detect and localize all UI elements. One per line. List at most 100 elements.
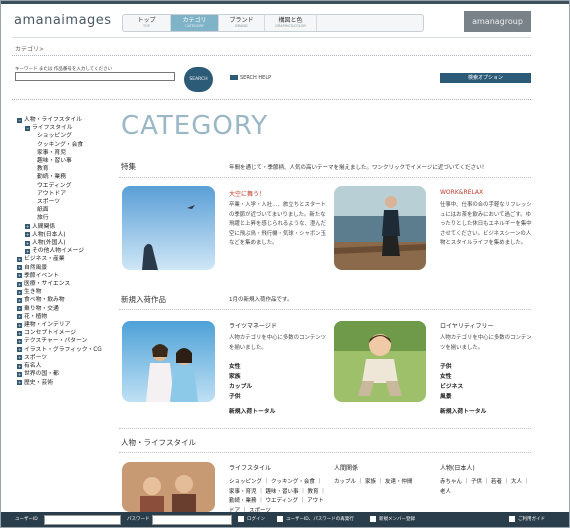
people-col-links[interactable]: ショッピング ｜ クッキング・会食 ｜ 家事・育児 ｜ 趣味・習い事 ｜ 教育 … xyxy=(229,478,327,516)
sidebar-item[interactable]: アウトドア xyxy=(17,190,117,198)
sidebar-item[interactable]: + 建物・インテリア xyxy=(17,321,117,329)
people-col-title[interactable]: 人物(日本人) xyxy=(440,463,475,472)
sidebar-item[interactable]: + イラスト・グラフィック・CG xyxy=(17,346,117,354)
expand-icon[interactable]: + xyxy=(17,355,22,361)
new-total-link[interactable]: 新規入荷トータル xyxy=(440,407,486,417)
expand-icon[interactable]: + xyxy=(25,248,30,254)
sidebar-item[interactable]: + 人物(日本人) xyxy=(17,231,117,239)
category-link[interactable]: 子供 xyxy=(440,362,463,372)
amanagroup-logo[interactable]: amanagroup xyxy=(464,11,531,32)
sidebar-item[interactable]: − 人物・ライフスタイル xyxy=(17,116,117,124)
sidebar-item[interactable]: 教育 xyxy=(17,165,117,173)
new-card-title[interactable]: ロイヤリティフリー xyxy=(440,321,493,330)
people-col-links[interactable]: 赤ちゃん ｜ 子供 ｜ 若者 ｜ 大人 ｜ 老人 xyxy=(440,478,532,497)
sidebar-item[interactable]: ウエディング xyxy=(17,182,117,190)
category-link[interactable]: ビジネス xyxy=(440,382,463,392)
category-link[interactable]: 子供 xyxy=(229,392,252,402)
sidebar-item[interactable]: + 歴史・芸術 xyxy=(17,379,117,387)
expand-icon[interactable]: + xyxy=(17,273,22,279)
collapse-icon[interactable]: − xyxy=(17,117,22,123)
new-card-title[interactable]: ライツマネージド xyxy=(229,321,277,330)
sidebar-item[interactable]: + 食べ物・飲み物 xyxy=(17,296,117,304)
expand-icon[interactable]: + xyxy=(25,240,30,246)
sidebar-item[interactable]: + 世界の国・都 xyxy=(17,370,117,378)
expand-icon[interactable]: + xyxy=(25,232,30,238)
expand-icon[interactable]: + xyxy=(17,322,22,328)
expand-icon[interactable]: + xyxy=(17,339,22,345)
expand-icon[interactable]: + xyxy=(17,347,22,353)
women-photo[interactable] xyxy=(122,321,215,402)
category-link[interactable]: 女性 xyxy=(229,362,252,372)
expand-icon[interactable]: + xyxy=(17,314,22,320)
user-id-input[interactable] xyxy=(44,515,121,525)
new-arrivals-title: 新規入荷作品 xyxy=(121,295,166,304)
expand-icon[interactable]: + xyxy=(25,224,30,230)
expand-icon[interactable]: + xyxy=(17,306,22,312)
feature-card-title[interactable]: 大空に舞う！ xyxy=(229,189,265,198)
tab-top[interactable]: トップ TOP xyxy=(123,15,171,31)
sidebar-item[interactable]: + スポーツ xyxy=(17,354,117,362)
breadcrumb[interactable]: カテゴリ> xyxy=(15,44,44,53)
sidebar-item[interactable]: + ビジネス・産業 xyxy=(17,255,117,263)
search-options-button[interactable]: 検索オプション xyxy=(440,73,531,83)
sidebar-item[interactable]: + その他人物イメージ xyxy=(17,247,117,255)
sidebar-item[interactable]: クッキング・会食 xyxy=(17,141,117,149)
category-link[interactable]: 風景 xyxy=(440,392,463,402)
category-link[interactable]: 女性 xyxy=(440,372,463,382)
people-col-title[interactable]: 人間関係 xyxy=(334,463,358,472)
sidebar-item[interactable]: + 乗り物・交通 xyxy=(17,305,117,313)
amanaimages-logo[interactable]: amanaimages xyxy=(14,13,112,28)
expand-icon[interactable]: + xyxy=(17,257,22,263)
sidebar-item[interactable]: + 花・植物 xyxy=(17,313,117,321)
sidebar-item[interactable]: + 医療・サイエンス xyxy=(17,280,117,288)
sidebar-item[interactable]: 趣味・習い事 xyxy=(17,157,117,165)
child-photo[interactable] xyxy=(334,321,426,402)
sidebar-item[interactable]: 紙面 xyxy=(17,206,117,214)
sidebar-item[interactable]: 勤続・業務 xyxy=(17,173,117,181)
expand-icon[interactable]: + xyxy=(17,265,22,271)
sidebar-item[interactable]: スポーツ xyxy=(17,198,117,206)
register-link[interactable]: 新規メンバー登録 xyxy=(370,512,415,527)
tab-brand[interactable]: ブランド BRAND xyxy=(219,15,265,31)
expand-icon[interactable]: + xyxy=(17,281,22,287)
expand-icon[interactable]: + xyxy=(17,380,22,386)
sidebar-item[interactable]: + 季節イベント xyxy=(17,272,117,280)
guide-link[interactable]: ご利用ガイド xyxy=(509,512,545,527)
sky-photo[interactable] xyxy=(122,186,215,270)
search-help-link[interactable]: SERCH HELP xyxy=(230,75,271,81)
tab-category[interactable]: カテゴリ CATEGORY xyxy=(171,15,219,31)
password-input[interactable] xyxy=(152,515,232,525)
sidebar-item[interactable]: + 人物(外国人) xyxy=(17,239,117,247)
sidebar-item[interactable]: − ライフスタイル xyxy=(17,124,117,132)
reissue-link[interactable]: ユーザーID、パスワードの再発行 xyxy=(277,512,354,527)
sidebar-item[interactable]: + 人間関係 xyxy=(17,223,117,231)
arrow-icon xyxy=(230,75,238,80)
feature-card-title[interactable]: WORK&RELAX xyxy=(440,189,483,196)
sidebar-item[interactable]: 旅行 xyxy=(17,214,117,222)
lifestyle-photo[interactable] xyxy=(122,462,215,512)
sidebar-item[interactable]: + 有名人 xyxy=(17,362,117,370)
expand-icon[interactable]: + xyxy=(17,330,22,336)
category-link[interactable]: 家族 xyxy=(229,372,252,382)
expand-icon[interactable]: + xyxy=(17,298,22,304)
collapse-icon[interactable]: − xyxy=(25,125,30,131)
relax-photo[interactable] xyxy=(334,186,426,270)
login-button[interactable]: ログイン xyxy=(238,512,265,527)
new-card-desc: 人物カテゴリを中心に多数のコンテンツを揃いました。 xyxy=(440,335,532,351)
people-col-links[interactable]: カップル ｜ 家族 ｜ 友達・仲間 xyxy=(334,478,429,488)
search-input[interactable] xyxy=(15,72,175,81)
expand-icon[interactable]: + xyxy=(17,289,22,295)
sidebar-item[interactable]: 家事・育児 xyxy=(17,149,117,157)
new-total-link[interactable]: 新規入荷トータル xyxy=(229,407,275,417)
sidebar-item[interactable]: + 自然風景 xyxy=(17,264,117,272)
sidebar-item[interactable]: + テクスチャー・パターン xyxy=(17,337,117,345)
sidebar-item[interactable]: + コンセプトイメージ xyxy=(17,329,117,337)
expand-icon[interactable]: + xyxy=(17,371,22,377)
people-col-title[interactable]: ライフスタイル xyxy=(229,463,271,472)
tab-graphic-color[interactable]: 構図と色 GRAPHIC&COLOR xyxy=(265,15,317,31)
sidebar-item[interactable]: + 生き物 xyxy=(17,288,117,296)
sidebar-item[interactable]: ショッピング xyxy=(17,132,117,140)
search-button[interactable]: SEARCH xyxy=(184,67,213,92)
expand-icon[interactable]: + xyxy=(17,363,22,369)
category-link[interactable]: カップル xyxy=(229,382,252,392)
